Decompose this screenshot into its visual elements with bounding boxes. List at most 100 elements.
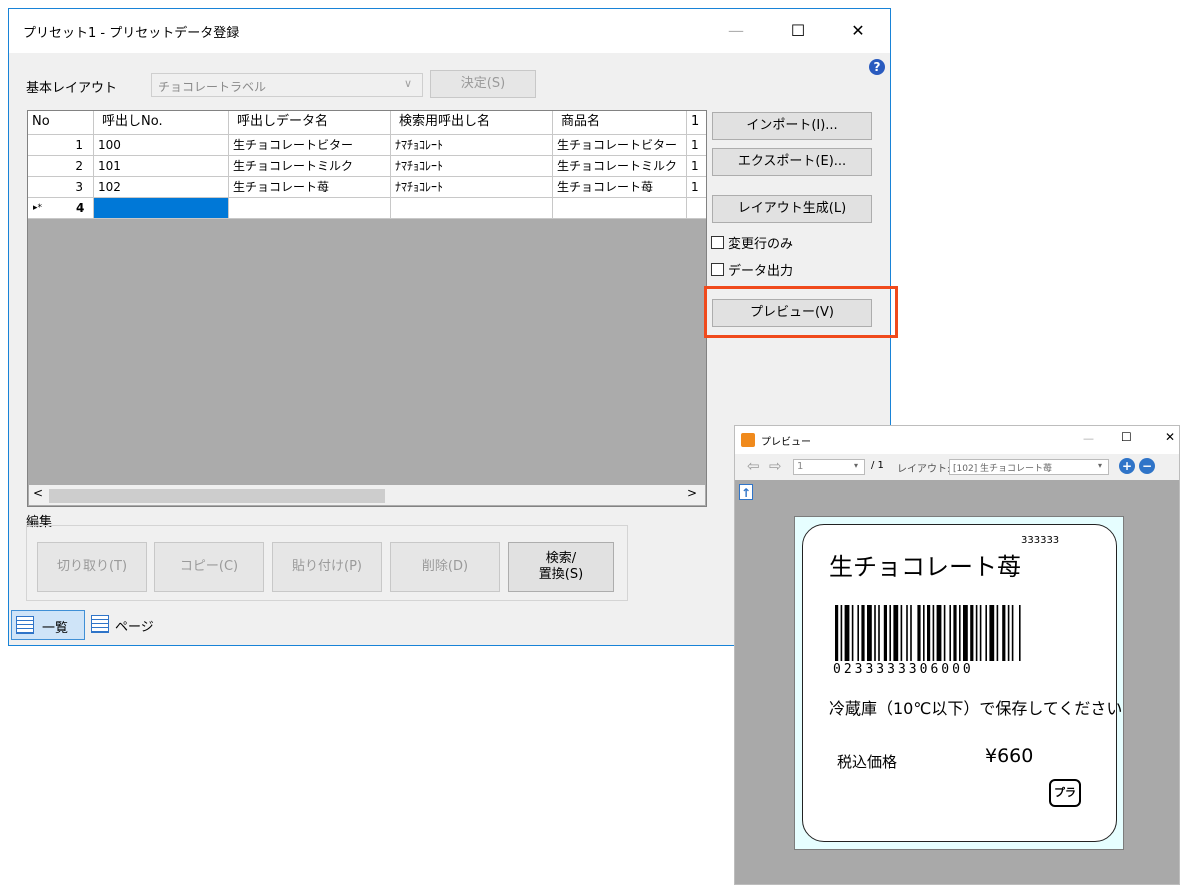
row-number: 2 [28, 156, 94, 177]
column-header-search-name[interactable]: 検索用呼出し名 [391, 111, 553, 135]
help-icon[interactable]: ? [869, 59, 885, 75]
tab-page-label: ページ [115, 620, 154, 635]
table-cell[interactable]: 生チョコレート苺 [553, 177, 687, 198]
preview-window: プレビュー — ☐ ✕ ⇦ ⇨ 1 ▾ / 1 レイアウト: [102] 生チョ… [734, 425, 1180, 885]
table-cell[interactable]: 100 [94, 135, 229, 156]
storage-note: 冷蔵庫（10℃以下）で保存してください [829, 699, 1123, 718]
table-cell[interactable]: ﾅﾏﾁｮｺﾚｰﾄ [391, 156, 553, 177]
price-value: ¥660 [985, 745, 1034, 767]
export-button[interactable]: エクスポート(E)... [712, 148, 872, 176]
table-cell[interactable]: 102 [94, 177, 229, 198]
data-output-label: データ出力 [728, 264, 794, 279]
table-cell[interactable] [553, 198, 687, 219]
close-button[interactable]: ✕ [835, 9, 881, 53]
scrollbar-thumb[interactable] [49, 489, 385, 503]
search-replace-line-2: 置換(S) [538, 567, 584, 582]
data-output-checkbox[interactable] [711, 263, 724, 276]
new-row-marker: ▸* [33, 203, 43, 213]
table-cell[interactable] [229, 198, 391, 219]
decide-button[interactable]: 決定(S) [430, 70, 536, 98]
up-arrow-icon[interactable]: ↑ [739, 484, 753, 500]
table-cell[interactable]: 1 [687, 177, 706, 198]
changed-rows-only-checkbox[interactable] [711, 236, 724, 249]
maximize-button[interactable]: ☐ [775, 9, 821, 53]
column-header-product[interactable]: 商品名 [553, 111, 687, 135]
table-cell[interactable]: ﾅﾏﾁｮｺﾚｰﾄ [391, 135, 553, 156]
barcode-digits: 0233333306000 [833, 662, 974, 677]
layout-value: [102] 生チョコレート苺 [953, 464, 1053, 474]
barcode [835, 605, 1021, 661]
table-cell[interactable]: 1 [687, 156, 706, 177]
minimize-button[interactable]: — [713, 9, 759, 53]
base-layout-value: チョコレートラベル [158, 80, 267, 94]
new-row-header: ▸* 4 [28, 198, 94, 219]
list-view-icon [16, 616, 34, 634]
table-cell[interactable]: 生チョコレートビター [553, 135, 687, 156]
layout-combo[interactable]: [102] 生チョコレート苺 ▾ [949, 459, 1109, 475]
recycle-mark: プラ [1049, 779, 1081, 807]
chevron-down-icon: ▾ [1098, 461, 1103, 470]
zoom-in-icon[interactable]: + [1119, 458, 1135, 474]
table-cell[interactable]: 生チョコレート苺 [229, 177, 391, 198]
column-header-call-no[interactable]: 呼出しNo. [94, 111, 229, 135]
zoom-out-icon[interactable]: − [1139, 458, 1155, 474]
search-replace-button[interactable]: 検索/ 置換(S) [508, 542, 614, 592]
copy-button[interactable]: コピー(C) [154, 542, 264, 592]
next-page-icon[interactable]: ⇨ [769, 457, 782, 475]
base-layout-label: 基本レイアウト [26, 81, 118, 96]
label-card: 333333 生チョコレート苺 0233333306000 冷蔵庫（10℃以下）… [802, 524, 1122, 842]
selected-cell[interactable] [94, 198, 229, 219]
horizontal-scrollbar[interactable]: < > [29, 485, 705, 505]
generate-layout-button[interactable]: レイアウト生成(L) [712, 195, 872, 223]
cut-button[interactable]: 切り取り(T) [37, 542, 147, 592]
table-cell[interactable]: 生チョコレートミルク [229, 156, 391, 177]
preview-title-bar: プレビュー — ☐ ✕ [735, 426, 1179, 454]
tab-page[interactable]: ページ [89, 610, 169, 640]
table-cell[interactable]: 101 [94, 156, 229, 177]
row-number: 4 [76, 201, 85, 215]
table-cell[interactable]: 生チョコレートミルク [553, 156, 687, 177]
column-header-no[interactable]: No [28, 111, 94, 135]
delete-button[interactable]: 削除(D) [390, 542, 500, 592]
preview-canvas[interactable]: ↑ 333333 生チョコレート苺 0233333306000 冷蔵庫（10℃以… [735, 480, 1179, 884]
label-product-name: 生チョコレート苺 [829, 553, 1021, 581]
table-cell[interactable] [391, 198, 553, 219]
tab-list[interactable]: 一覧 [11, 610, 85, 640]
scroll-left-icon[interactable]: < [33, 486, 43, 500]
layout-label: レイアウト: [897, 464, 951, 475]
table-cell[interactable]: ﾅﾏﾁｮｺﾚｰﾄ [391, 177, 553, 198]
preview-window-title: プレビュー [761, 437, 811, 448]
chevron-down-icon: ▾ [854, 461, 859, 470]
import-button[interactable]: インポート(I)... [712, 112, 872, 140]
highlight-frame [704, 286, 898, 338]
table-cell[interactable]: 1 [687, 135, 706, 156]
data-grid[interactable]: No 呼出しNo. 呼出しデータ名 検索用呼出し名 商品名 1 1 100 生チ… [27, 110, 707, 507]
label-sheet: 333333 生チョコレート苺 0233333306000 冷蔵庫（10℃以下）… [794, 516, 1124, 850]
page-view-icon [91, 615, 109, 633]
tab-list-label: 一覧 [42, 621, 69, 636]
app-icon [741, 433, 755, 447]
column-header-data-name[interactable]: 呼出しデータ名 [229, 111, 391, 135]
column-header-extra[interactable]: 1 [687, 111, 706, 135]
search-replace-line-1: 検索/ [545, 551, 577, 566]
table-cell[interactable] [687, 198, 706, 219]
chevron-down-icon: ∨ [404, 77, 413, 90]
changed-rows-only-label: 変更行のみ [728, 237, 794, 252]
paste-button[interactable]: 貼り付け(P) [272, 542, 382, 592]
preview-toolbar: ⇦ ⇨ 1 ▾ / 1 レイアウト: [102] 生チョコレート苺 ▾ + − [735, 454, 1179, 480]
scroll-right-icon[interactable]: > [687, 486, 697, 500]
row-number: 3 [28, 177, 94, 198]
label-code: 333333 [1021, 535, 1060, 546]
page-total: / 1 [871, 460, 884, 471]
preview-maximize-button[interactable]: ☐ [1121, 430, 1132, 444]
table-cell[interactable]: 生チョコレートビター [229, 135, 391, 156]
prev-page-icon[interactable]: ⇦ [747, 457, 760, 475]
preview-minimize-button[interactable]: — [1083, 432, 1094, 445]
window-title: プリセット1 - プリセットデータ登録 [23, 26, 240, 41]
preview-close-button[interactable]: ✕ [1165, 430, 1175, 444]
base-layout-combo[interactable]: チョコレートラベル ∨ [151, 73, 423, 97]
page-number-combo[interactable]: 1 ▾ [793, 459, 865, 475]
price-label: 税込価格 [837, 753, 898, 771]
row-number: 1 [28, 135, 94, 156]
page-number-value: 1 [797, 461, 804, 472]
